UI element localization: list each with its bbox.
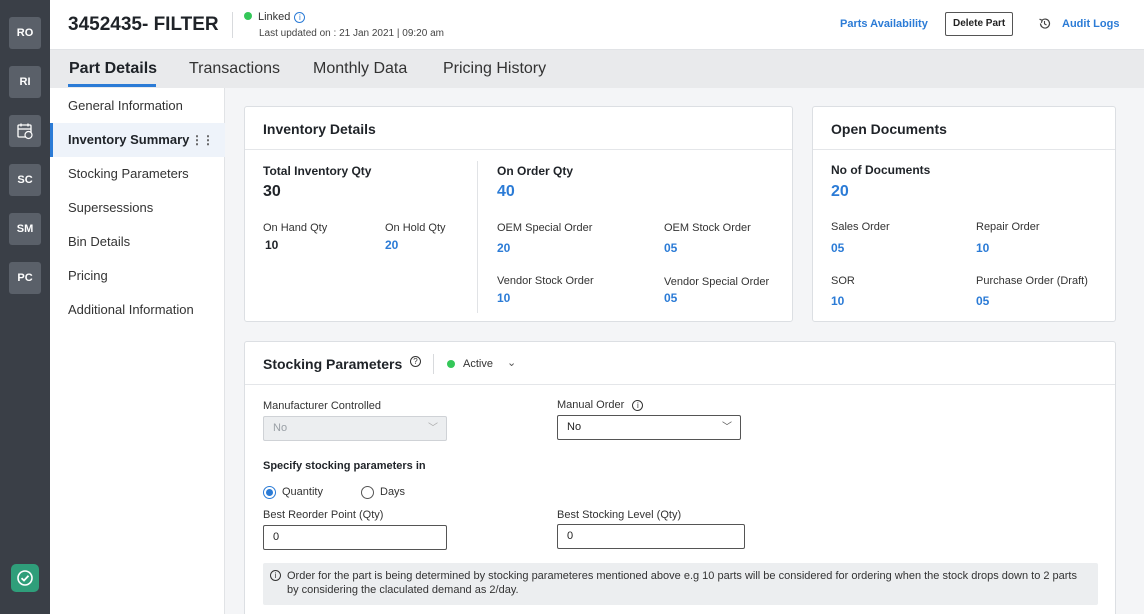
oem-special-order-label: OEM Special Order: [497, 222, 593, 234]
oem-special-order-value[interactable]: 20: [497, 241, 510, 255]
sor-value[interactable]: 10: [831, 294, 844, 308]
stocking-parameters-card: Stocking Parameters ? Active ⌄ Manufactu…: [244, 341, 1116, 614]
linked-status-dot: [244, 12, 252, 20]
total-inventory-value: 30: [263, 183, 281, 200]
manual-order-text: Manual Order: [557, 399, 625, 411]
on-order-label: On Order Qty: [497, 164, 574, 178]
nav-item-additional-information[interactable]: Additional Information: [50, 293, 225, 327]
history-icon[interactable]: [1038, 17, 1051, 35]
info-icon[interactable]: i: [632, 400, 644, 411]
card-divider: [477, 161, 478, 313]
section-nav: General Information Inventory Summary ⋮⋮…: [50, 88, 225, 614]
sales-order-label: Sales Order: [831, 221, 890, 233]
header-divider: [232, 12, 233, 38]
nav-item-supersessions[interactable]: Supersessions: [50, 191, 225, 225]
app-rail: RO RI SC SM PC: [0, 0, 50, 614]
repair-order-value[interactable]: 10: [976, 241, 989, 255]
manual-order-label: Manual Order i: [557, 399, 644, 411]
sales-order-value[interactable]: 05: [831, 241, 844, 255]
documents-count-value[interactable]: 20: [831, 183, 849, 201]
repair-order-label: Repair Order: [976, 221, 1040, 233]
nav-item-pricing[interactable]: Pricing: [50, 259, 225, 293]
linked-label: Linked: [258, 11, 291, 23]
page-title: 3452435- FILTER: [68, 14, 219, 35]
active-status-dot: [447, 360, 455, 368]
stocking-parameters-title: Stocking Parameters: [263, 356, 403, 372]
purchase-order-label: Purchase Order (Draft): [976, 275, 1088, 287]
quantity-radio-label[interactable]: Quantity: [282, 486, 323, 498]
audit-logs-link[interactable]: Audit Logs: [1062, 18, 1119, 30]
stocking-info-note: i Order for the part is being determined…: [263, 563, 1098, 605]
card-header: Open Documents: [813, 107, 1115, 150]
specify-stocking-label: Specify stocking parameters in: [263, 460, 426, 472]
nav-item-bin-details[interactable]: Bin Details: [50, 225, 225, 259]
rail-item-ri[interactable]: RI: [9, 66, 41, 98]
rail-item-sc[interactable]: SC: [9, 164, 41, 196]
info-icon: i: [270, 570, 281, 581]
nav-item-inventory-summary[interactable]: Inventory Summary ⋮⋮: [50, 123, 225, 157]
select-value: No: [567, 421, 582, 433]
tab-transactions[interactable]: Transactions: [189, 60, 280, 78]
tab-monthly-data[interactable]: Monthly Data: [313, 60, 407, 78]
last-updated: Last updated on : 21 Jan 2021 | 09:20 am: [259, 28, 444, 39]
vendor-stock-order-value[interactable]: 10: [497, 291, 510, 305]
days-radio-label[interactable]: Days: [380, 486, 405, 498]
help-icon[interactable]: ?: [410, 356, 421, 367]
check-shield-icon[interactable]: [11, 564, 39, 592]
nav-item-stocking-parameters[interactable]: Stocking Parameters: [50, 157, 225, 191]
stocking-level-label: Best Stocking Level (Qty): [557, 509, 682, 521]
sor-label: SOR: [831, 275, 855, 287]
manual-order-select[interactable]: No ﹀: [557, 415, 741, 440]
active-tab-indicator: [68, 84, 156, 87]
vendor-special-order-value[interactable]: 05: [664, 291, 677, 305]
card-header: Stocking Parameters ? Active ⌄: [245, 342, 1115, 385]
open-documents-card: Open Documents No of Documents 20 Sales …: [812, 106, 1116, 322]
quantity-radio[interactable]: [263, 486, 276, 499]
manufacturer-controlled-label: Manufacturer Controlled: [263, 400, 382, 412]
header-bar: 3452435- FILTER Linked i Last updated on …: [50, 0, 1144, 50]
info-icon[interactable]: i: [294, 12, 306, 23]
chevron-down-icon: ﹀: [428, 423, 438, 434]
stocking-level-input[interactable]: 0: [557, 524, 745, 549]
days-radio[interactable]: [361, 486, 374, 499]
vendor-stock-order-label: Vendor Stock Order: [497, 275, 594, 287]
tab-part-details[interactable]: Part Details: [69, 60, 157, 78]
total-inventory-label: Total Inventory Qty: [263, 164, 372, 178]
open-documents-title: Open Documents: [831, 121, 947, 137]
reorder-point-input[interactable]: 0: [263, 525, 447, 550]
linked-status: Linked i: [244, 11, 306, 23]
oem-stock-order-value[interactable]: 05: [664, 241, 677, 255]
parts-availability-link[interactable]: Parts Availability: [840, 18, 928, 30]
card-header: Inventory Details: [245, 107, 792, 150]
rail-item-pc[interactable]: PC: [9, 262, 41, 294]
chevron-down-icon: ﹀: [722, 422, 732, 433]
tab-bar: Part Details Transactions Monthly Data P…: [50, 50, 1144, 88]
oem-stock-order-label: OEM Stock Order: [664, 222, 751, 234]
inventory-details-card: Inventory Details Total Inventory Qty 30…: [244, 106, 793, 322]
rail-item-sm[interactable]: SM: [9, 213, 41, 245]
header-divider: [433, 354, 434, 374]
note-text: Order for the part is being determined b…: [287, 570, 1077, 596]
on-order-value[interactable]: 40: [497, 183, 515, 201]
drag-handle-icon[interactable]: ⋮⋮: [191, 123, 214, 157]
nav-item-label: Inventory Summary: [68, 132, 190, 147]
inventory-details-title: Inventory Details: [263, 121, 376, 137]
delete-part-button[interactable]: Delete Part: [945, 12, 1014, 36]
manufacturer-controlled-select: No ﹀: [263, 416, 447, 441]
chevron-down-icon[interactable]: ⌄: [507, 356, 516, 369]
vendor-special-order-label: Vendor Special Order: [664, 276, 770, 288]
status-dropdown-label[interactable]: Active: [463, 358, 493, 370]
tab-pricing-history[interactable]: Pricing History: [443, 60, 546, 78]
documents-count-label: No of Documents: [831, 163, 931, 177]
on-hold-label: On Hold Qty: [385, 222, 446, 234]
reorder-point-label: Best Reorder Point (Qty): [263, 509, 384, 521]
rail-item-ro[interactable]: RO: [9, 17, 41, 49]
on-hold-value[interactable]: 20: [385, 238, 398, 252]
on-hand-value: 10: [265, 238, 279, 252]
select-value: No: [273, 422, 288, 434]
calendar-icon[interactable]: [9, 115, 41, 147]
on-hand-label: On Hand Qty: [263, 222, 328, 234]
nav-item-general-information[interactable]: General Information: [50, 89, 225, 123]
purchase-order-value[interactable]: 05: [976, 294, 989, 308]
